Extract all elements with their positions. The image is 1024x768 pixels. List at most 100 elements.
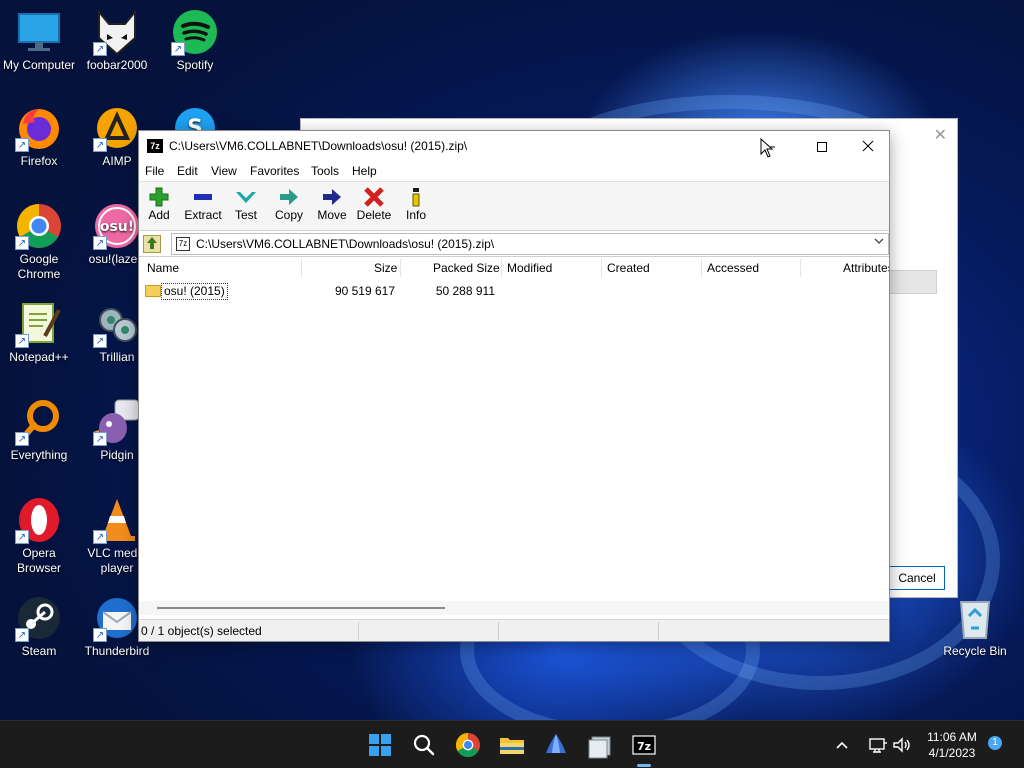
desktop-icon-steam[interactable]: ↗ Steam	[0, 594, 78, 659]
osu-icon: osu! ↗	[93, 202, 141, 250]
taskbar-7zip-text: 7z	[637, 740, 651, 753]
menu-edit[interactable]: Edit	[177, 164, 198, 178]
desktop-icon-label: My Computer	[2, 58, 76, 72]
desktop-icon-label: Notepad++	[9, 350, 69, 364]
info-icon	[403, 186, 429, 208]
add-button[interactable]: Add	[145, 186, 173, 222]
column-divider[interactable]	[601, 259, 602, 277]
firefox-icon: ↗	[15, 104, 63, 152]
folder-icon	[145, 285, 161, 297]
extract-icon	[183, 186, 223, 208]
close-icon[interactable]: ✕	[934, 125, 947, 145]
menu-help[interactable]: Help	[352, 164, 377, 178]
column-accessed[interactable]: Accessed	[707, 261, 759, 275]
notification-badge[interactable]: 1	[988, 736, 1002, 750]
move-icon	[315, 186, 349, 208]
desktop-icon-label: Firefox	[20, 154, 58, 168]
menu-file[interactable]: File	[145, 164, 164, 178]
menu-tools[interactable]: Tools	[311, 164, 339, 178]
taskbar-7zip[interactable]: 7z	[628, 729, 660, 767]
title-bar[interactable]: 7z C:\Users\VM6.COLLABNET\Downloads\osu!…	[139, 131, 889, 161]
network-status[interactable]	[866, 733, 890, 757]
monitor-icon	[15, 8, 63, 56]
folder-icon	[500, 738, 524, 754]
spotify-icon: ↗	[171, 8, 219, 56]
path-text: C:\Users\VM6.COLLABNET\Downloads\osu! (2…	[196, 237, 495, 251]
test-icon	[231, 186, 261, 208]
column-divider[interactable]	[400, 259, 401, 277]
chrome-icon	[455, 733, 480, 758]
move-button[interactable]: Move	[315, 186, 349, 222]
menu-favorites[interactable]: Favorites	[250, 164, 299, 178]
column-packed-size[interactable]: Packed Size	[433, 261, 500, 275]
copy-button[interactable]: Copy	[273, 186, 305, 222]
column-divider[interactable]	[701, 259, 702, 277]
delete-icon	[355, 186, 393, 208]
desktop-icon-opera[interactable]: ↗ Opera Browser	[0, 496, 78, 576]
extract-label: Extract	[184, 208, 222, 222]
test-button[interactable]: Test	[231, 186, 261, 222]
shortcut-arrow-icon: ↗	[15, 432, 29, 446]
scrollbar-thumb[interactable]	[157, 607, 445, 609]
column-divider[interactable]	[800, 259, 801, 277]
network-icon	[869, 738, 887, 753]
foobar-icon: ↗	[93, 8, 141, 56]
folder-up-button[interactable]	[143, 235, 161, 253]
column-created[interactable]: Created	[607, 261, 650, 275]
shortcut-arrow-icon: ↗	[93, 236, 107, 250]
path-input[interactable]: 7z C:\Users\VM6.COLLABNET\Downloads\osu!…	[171, 233, 889, 255]
copy-label: Copy	[274, 208, 303, 222]
zip-file-icon: 7z	[176, 237, 190, 251]
info-button[interactable]: Info	[403, 186, 429, 222]
desktop-icon-foobar2000[interactable]: ↗ foobar2000	[78, 8, 156, 73]
desktop-icon-spotify[interactable]: ↗ Spotify	[156, 8, 234, 73]
volume-control[interactable]	[890, 733, 914, 757]
path-dropdown[interactable]	[874, 236, 884, 249]
desktop-icon-firefox[interactable]: ↗ Firefox	[0, 104, 78, 169]
desktop-icon-my-computer[interactable]: My Computer	[0, 8, 78, 73]
speaker-icon	[893, 737, 910, 753]
column-attributes[interactable]: Attributes	[843, 261, 889, 275]
column-modified[interactable]: Modified	[507, 261, 552, 275]
desktop-icon-recycle-bin[interactable]: Recycle Bin	[936, 594, 1014, 659]
pidgin-icon: ↗	[93, 398, 141, 446]
window-title: C:\Users\VM6.COLLABNET\Downloads\osu! (2…	[169, 139, 468, 153]
desktop-icon-google-chrome[interactable]: ↗ Google Chrome	[0, 202, 78, 282]
maximize-button[interactable]	[799, 131, 845, 161]
menu-view[interactable]: View	[211, 164, 237, 178]
taskbar-app2[interactable]	[584, 729, 616, 761]
clock-date: 4/1/2023	[928, 746, 976, 760]
status-text: 0 / 1 object(s) selected	[141, 624, 262, 638]
status-divider	[658, 622, 659, 640]
svg-text:osu!: osu!	[100, 219, 134, 235]
column-name[interactable]: Name	[147, 261, 179, 275]
clock-time: 11:06 AM	[927, 730, 977, 744]
shortcut-arrow-icon: ↗	[93, 138, 107, 152]
search-button[interactable]	[408, 729, 440, 761]
table-row[interactable]: osu! (2015) 90 519 617 50 288 911	[139, 283, 889, 301]
close-button[interactable]	[845, 131, 891, 161]
column-divider[interactable]	[501, 259, 502, 277]
taskbar-app[interactable]	[540, 729, 572, 761]
start-button[interactable]	[364, 729, 396, 761]
delete-button[interactable]: Delete	[355, 186, 393, 222]
cancel-button[interactable]: Cancel	[889, 566, 945, 590]
shortcut-arrow-icon: ↗	[93, 628, 107, 642]
show-hidden-icons-button[interactable]	[830, 733, 854, 757]
shortcut-arrow-icon: ↗	[93, 334, 107, 348]
desktop-icon-notepadpp[interactable]: ↗ Notepad++	[0, 300, 78, 365]
column-size[interactable]: Size	[374, 261, 397, 275]
desktop-icon-everything[interactable]: ↗ Everything	[0, 398, 78, 463]
taskbar-chrome[interactable]	[452, 729, 484, 761]
taskbar-file-explorer[interactable]	[496, 729, 528, 761]
desktop-icon-label: Steam	[21, 644, 57, 658]
status-divider	[358, 622, 359, 640]
extract-button[interactable]: Extract	[183, 186, 223, 222]
clock[interactable]: 11:06 AM 4/1/2023	[922, 729, 982, 761]
delete-label: Delete	[356, 208, 392, 222]
shortcut-arrow-icon: ↗	[15, 138, 29, 152]
horizontal-scrollbar[interactable]	[139, 601, 889, 615]
column-divider[interactable]	[301, 259, 302, 277]
close-icon	[862, 140, 874, 152]
chrome-icon: ↗	[15, 202, 63, 250]
